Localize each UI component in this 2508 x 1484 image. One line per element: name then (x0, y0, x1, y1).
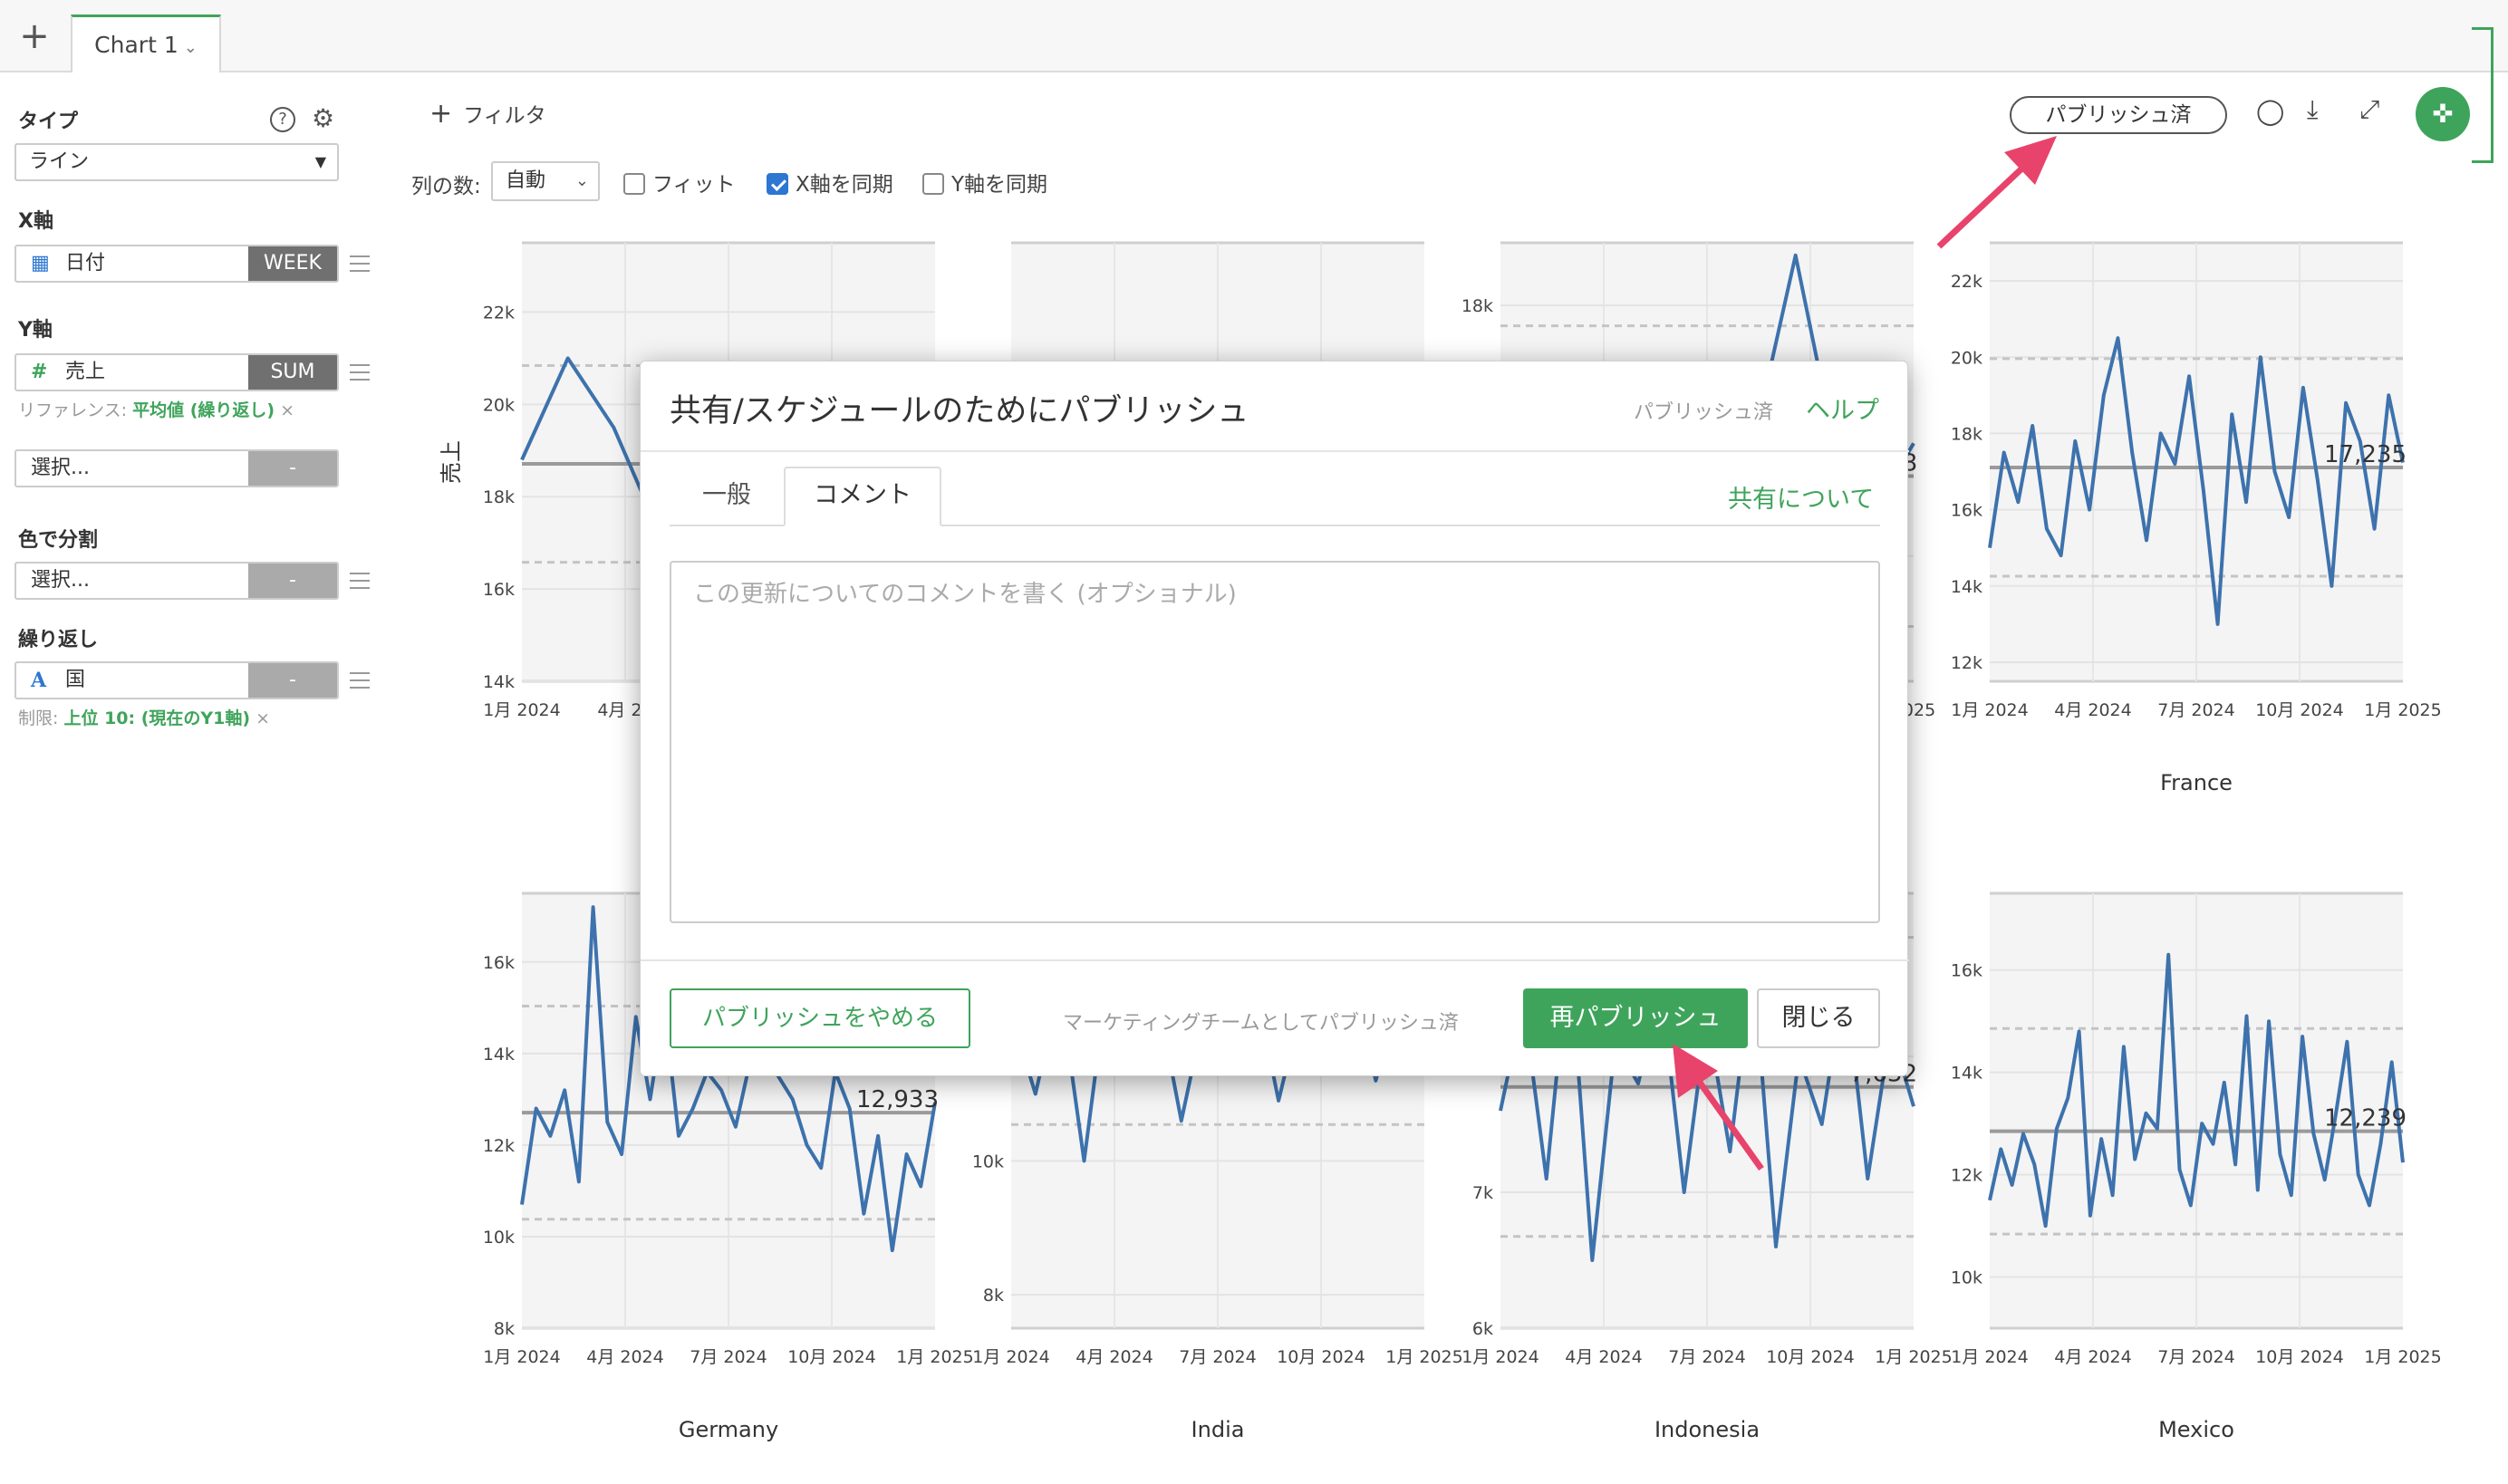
reference-value-label: 12,933 (856, 1086, 939, 1113)
x-tick-label: 1月 2024 (972, 1347, 1049, 1367)
chart-title: Indonesia (1654, 1417, 1760, 1442)
x-tick-label: 4月 2024 (586, 1347, 663, 1367)
about-sharing-link[interactable]: 共有について (1728, 479, 1874, 515)
divider (641, 450, 1909, 452)
dialog-status: パブリッシュ済 (1634, 401, 1774, 424)
divider (641, 959, 1909, 961)
y-tick-label: 16k (483, 953, 515, 973)
y-tick-label: 22k (483, 303, 515, 323)
y-tick-label: 10k (483, 1228, 515, 1248)
x-tick-label: 7月 2024 (1179, 1347, 1256, 1367)
republish-button[interactable]: 再パブリッシュ (1523, 988, 1748, 1048)
x-tick-label: 1月 2024 (1951, 700, 2028, 720)
x-tick-label: 10月 2024 (787, 1347, 876, 1367)
x-tick-label: 4月 2024 (1565, 1347, 1642, 1367)
y-tick-label: 16k (1951, 501, 1982, 521)
y-tick-label: 12k (1951, 653, 1982, 673)
y-tick-label: 14k (1951, 577, 1982, 597)
x-tick-label: 10月 2024 (2255, 1347, 2344, 1367)
tab-general[interactable]: 一般 (670, 468, 784, 523)
x-tick-label: 1月 2025 (2364, 700, 2441, 720)
reference-value-label: 17,235 (2324, 441, 2407, 468)
x-tick-label: 10月 2024 (1277, 1347, 1365, 1367)
y-tick-label: 20k (483, 395, 515, 415)
x-tick-label: 1月 2024 (483, 1347, 560, 1367)
x-tick-label: 10月 2024 (1766, 1347, 1855, 1367)
help-link[interactable]: ヘルプ (1806, 390, 1879, 426)
x-tick-label: 4月 2024 (2054, 1347, 2131, 1367)
y-tick-label: 12k (1951, 1166, 1982, 1186)
y-tick-label: 18k (1461, 296, 1493, 316)
tab-comment[interactable]: コメント (784, 467, 941, 526)
x-tick-label: 7月 2024 (2157, 700, 2234, 720)
y-tick-label: 18k (1951, 424, 1982, 444)
y-tick-label: 8k (494, 1319, 515, 1339)
y-tick-label: 18k (483, 487, 515, 507)
x-tick-label: 1月 2025 (1385, 1347, 1462, 1367)
publish-dialog: 共有/スケジュールのためにパブリッシュ パブリッシュ済 ヘルプ 一般 コメント … (640, 361, 1909, 1076)
x-tick-label: 1月 2025 (1875, 1347, 1952, 1367)
chart-title: India (1191, 1417, 1245, 1442)
y-tick-label: 16k (483, 580, 515, 600)
y-tick-label: 20k (1951, 348, 1982, 368)
x-tick-label: 1月 2025 (896, 1347, 973, 1367)
y-tick-label: 14k (483, 1045, 515, 1065)
comment-input[interactable] (670, 561, 1880, 923)
published-as-text: マーケティングチームとしてパブリッシュ済 (1063, 1012, 1459, 1035)
dialog-title: 共有/スケジュールのためにパブリッシュ (670, 393, 1249, 429)
x-tick-label: 4月 2024 (1076, 1347, 1153, 1367)
x-tick-label: 1月 2024 (483, 700, 560, 720)
x-tick-label: 1月 2025 (2364, 1347, 2441, 1367)
chart-title: France (2160, 770, 2233, 795)
y-tick-label: 8k (983, 1286, 1004, 1306)
x-tick-label: 10月 2024 (2255, 700, 2344, 720)
x-tick-label: 7月 2024 (2157, 1347, 2234, 1367)
chart-title: Germany (679, 1417, 778, 1442)
x-tick-label: 7月 2024 (690, 1347, 767, 1367)
reference-value-label: 12,239 (2324, 1105, 2407, 1132)
y-tick-label: 10k (1951, 1268, 1982, 1288)
y-tick-label: 7k (1472, 1183, 1493, 1203)
x-tick-label: 4月 2024 (2054, 700, 2131, 720)
x-tick-label: 7月 2024 (1668, 1347, 1745, 1367)
y-tick-label: 10k (972, 1152, 1004, 1171)
unpublish-button[interactable]: パブリッシュをやめる (670, 988, 970, 1048)
y-tick-label: 22k (1951, 272, 1982, 292)
y-axis-title: 売上 (439, 440, 464, 484)
y-tick-label: 14k (483, 672, 515, 692)
x-tick-label: 1月 2024 (1951, 1347, 2028, 1367)
x-tick-label: 1月 2024 (1461, 1347, 1539, 1367)
y-tick-label: 12k (483, 1136, 515, 1156)
chart-title: Mexico (2158, 1417, 2234, 1442)
y-tick-label: 16k (1951, 961, 1982, 981)
close-button[interactable]: 閉じる (1757, 988, 1880, 1048)
y-tick-label: 6k (1472, 1319, 1493, 1339)
y-tick-label: 14k (1951, 1064, 1982, 1084)
